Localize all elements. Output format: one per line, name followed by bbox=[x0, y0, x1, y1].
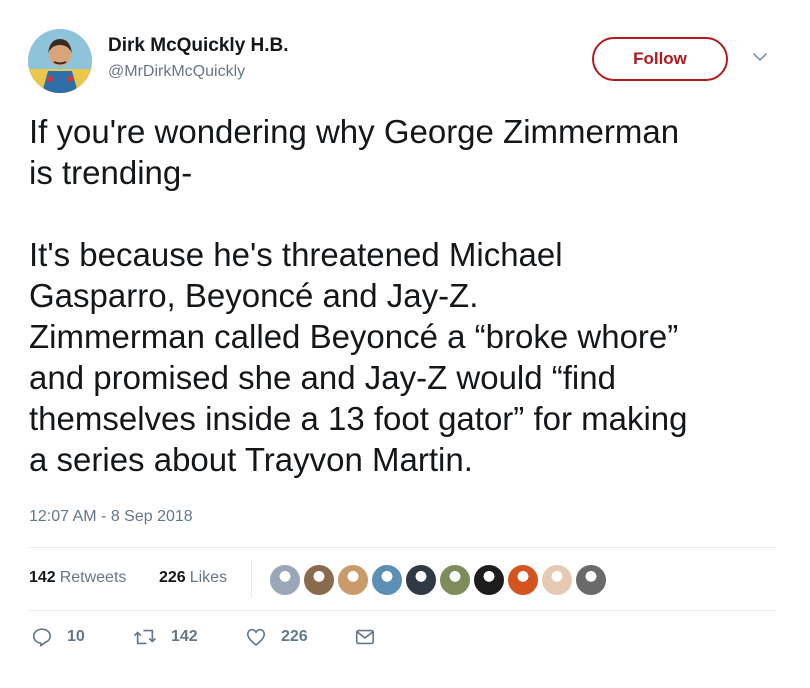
retweets-count: 142 bbox=[29, 569, 56, 586]
liker-avatar[interactable] bbox=[473, 564, 505, 596]
tweet-actions: 10 142 226 bbox=[29, 620, 776, 660]
stats-separator bbox=[251, 560, 252, 598]
display-name[interactable]: Dirk McQuickly H.B. bbox=[108, 35, 289, 57]
liker-avatar[interactable] bbox=[303, 564, 335, 596]
envelope-icon bbox=[355, 629, 375, 645]
reply-button[interactable]: 10 bbox=[31, 626, 85, 648]
reply-count: 10 bbox=[67, 628, 85, 645]
author-block: Dirk McQuickly H.B. @MrDirkMcQuickly bbox=[108, 35, 289, 83]
liker-avatar[interactable] bbox=[337, 564, 369, 596]
liker-avatar[interactable] bbox=[439, 564, 471, 596]
retweet-button[interactable]: 142 bbox=[133, 626, 198, 648]
avatar[interactable] bbox=[28, 29, 92, 93]
like-button[interactable]: 226 bbox=[245, 626, 308, 648]
chevron-down-icon[interactable] bbox=[751, 48, 769, 66]
retweets-label: Retweets bbox=[59, 569, 127, 586]
retweet-count: 142 bbox=[171, 628, 198, 645]
like-count: 226 bbox=[281, 628, 308, 645]
liker-avatar[interactable] bbox=[575, 564, 607, 596]
tweet-timestamp[interactable]: 12:07 AM - 8 Sep 2018 bbox=[29, 508, 193, 526]
retweet-icon bbox=[134, 629, 156, 645]
reply-icon bbox=[32, 628, 52, 647]
tweet-stats: 142 Retweets 226 Likes bbox=[29, 548, 776, 610]
likes-count: 226 bbox=[159, 569, 186, 586]
follow-button[interactable]: Follow bbox=[592, 37, 728, 81]
likes-stat[interactable]: 226 Likes bbox=[159, 569, 227, 587]
avatar-image bbox=[28, 29, 92, 93]
divider bbox=[29, 610, 776, 611]
direct-message-button[interactable] bbox=[354, 626, 390, 648]
liker-avatar[interactable] bbox=[541, 564, 573, 596]
retweets-stat[interactable]: 142 Retweets bbox=[29, 569, 126, 587]
tweet-header: Dirk McQuickly H.B. @MrDirkMcQuickly Fol… bbox=[28, 29, 788, 95]
user-handle[interactable]: @MrDirkMcQuickly bbox=[108, 61, 289, 83]
liker-avatar[interactable] bbox=[269, 564, 301, 596]
liker-avatar[interactable] bbox=[507, 564, 539, 596]
tweet-text: If you're wondering why George Zimmerman… bbox=[29, 113, 688, 478]
likes-label: Likes bbox=[189, 569, 228, 586]
heart-icon bbox=[246, 628, 266, 646]
liker-avatar[interactable] bbox=[405, 564, 437, 596]
liker-avatar[interactable] bbox=[371, 564, 403, 596]
tweet: Dirk McQuickly H.B. @MrDirkMcQuickly Fol… bbox=[0, 0, 810, 688]
